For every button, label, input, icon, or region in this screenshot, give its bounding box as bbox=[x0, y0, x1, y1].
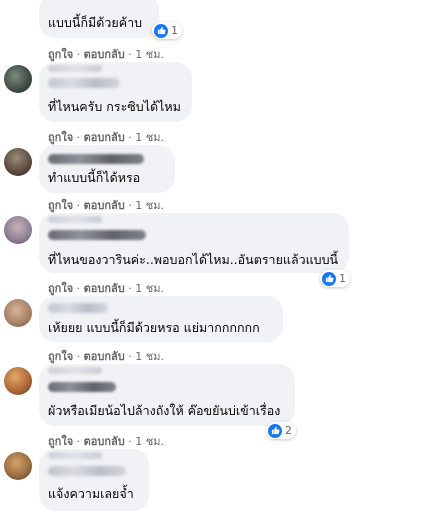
like-link[interactable]: ถูกใจ bbox=[48, 350, 73, 363]
commenter-tag bbox=[48, 65, 102, 72]
timestamp[interactable]: 1 ชม. bbox=[135, 282, 164, 295]
avatar[interactable] bbox=[4, 367, 32, 395]
reply-link[interactable]: ตอบกลับ bbox=[84, 48, 125, 61]
reaction-count[interactable]: 2 bbox=[266, 422, 296, 439]
reaction-count[interactable]: 1 bbox=[152, 22, 182, 39]
like-icon bbox=[154, 23, 168, 38]
reply-link[interactable]: ตอบกลับ bbox=[84, 199, 125, 212]
comment-actions: ถูกใจ · ตอบกลับ · 1 ชม. bbox=[48, 199, 164, 212]
reply-link[interactable]: ตอบกลับ bbox=[84, 350, 125, 363]
commenter-tag bbox=[48, 216, 102, 223]
comment-text: เห้ยยย แบบนี้ก็มีด้วยหรอ แย่มากกกกกก bbox=[48, 320, 260, 335]
comment-bubble: ที่ไหนครับ กระซิบได้ไหม bbox=[39, 62, 192, 122]
reaction-number: 2 bbox=[285, 424, 292, 437]
comment-actions: ถูกใจ · ตอบกลับ · 1 ชม. bbox=[48, 48, 164, 61]
commenter-name[interactable] bbox=[48, 154, 144, 164]
commenter-name[interactable] bbox=[48, 78, 120, 88]
avatar[interactable] bbox=[4, 299, 32, 327]
commenter-tag bbox=[48, 452, 102, 459]
reaction-count[interactable]: 1 bbox=[320, 270, 350, 287]
comment-text: แจ้งความเลยจ้ำ bbox=[48, 486, 134, 501]
reaction-number: 1 bbox=[339, 272, 346, 285]
comment-bubble: เห้ยยย แบบนี้ก็มีด้วยหรอ แย่มากกกกกก bbox=[39, 296, 283, 342]
reply-link[interactable]: ตอบกลับ bbox=[84, 282, 125, 295]
comment-bubble: ทำแบบนี้ก็ได้หรอ bbox=[39, 145, 175, 193]
comment-bubble: ที่ไหนของวารินค่ะ..พอบอกได้ไหม..อันตรายแ… bbox=[39, 213, 349, 273]
reply-link[interactable]: ตอบกลับ bbox=[84, 131, 125, 144]
comment-actions: ถูกใจ · ตอบกลับ · 1 ชม. bbox=[48, 282, 164, 295]
avatar[interactable] bbox=[4, 452, 32, 480]
like-icon bbox=[322, 271, 336, 286]
comment-text: ที่ไหนของวารินค่ะ..พอบอกได้ไหม..อันตรายแ… bbox=[48, 252, 339, 267]
like-link[interactable]: ถูกใจ bbox=[48, 48, 73, 61]
like-icon bbox=[268, 423, 282, 438]
comment-actions: ถูกใจ · ตอบกลับ · 1 ชม. bbox=[48, 435, 164, 448]
comment-actions: ถูกใจ · ตอบกลับ · 1 ชม. bbox=[48, 131, 164, 144]
reply-link[interactable]: ตอบกลับ bbox=[84, 435, 125, 448]
reaction-number: 1 bbox=[171, 24, 178, 37]
comment-bubble: ผัวหรือเมียน้อไปล้างถังให้ ค๊อขยันบ่เข้า… bbox=[39, 364, 295, 426]
timestamp[interactable]: 1 ชม. bbox=[135, 48, 164, 61]
commenter-name[interactable] bbox=[48, 382, 116, 392]
comment-text: แบบนี้ก็มีด้วยค้าบ bbox=[48, 15, 143, 30]
commenter-tag bbox=[48, 367, 102, 374]
commenter-name[interactable] bbox=[48, 303, 108, 313]
timestamp[interactable]: 1 ชม. bbox=[135, 350, 164, 363]
timestamp[interactable]: 1 ชม. bbox=[135, 199, 164, 212]
avatar[interactable] bbox=[4, 148, 32, 176]
avatar[interactable] bbox=[4, 65, 32, 93]
comment-bubble: แจ้งความเลยจ้ำ bbox=[39, 449, 149, 511]
commenter-name[interactable] bbox=[48, 230, 146, 240]
comment-text: ผัวหรือเมียน้อไปล้างถังให้ ค๊อขยันบ่เข้า… bbox=[48, 403, 281, 418]
like-link[interactable]: ถูกใจ bbox=[48, 282, 73, 295]
comment-actions: ถูกใจ · ตอบกลับ · 1 ชม. bbox=[48, 350, 164, 363]
like-link[interactable]: ถูกใจ bbox=[48, 131, 73, 144]
comment-bubble: แบบนี้ก็มีด้วยค้าบ bbox=[39, 0, 159, 38]
like-link[interactable]: ถูกใจ bbox=[48, 199, 73, 212]
timestamp[interactable]: 1 ชม. bbox=[135, 435, 164, 448]
avatar[interactable] bbox=[4, 216, 32, 244]
commenter-name[interactable] bbox=[48, 466, 126, 476]
like-link[interactable]: ถูกใจ bbox=[48, 435, 73, 448]
comment-text: ทำแบบนี้ก็ได้หรอ bbox=[48, 170, 141, 185]
comment-text: ที่ไหนครับ กระซิบได้ไหม bbox=[48, 99, 181, 114]
timestamp[interactable]: 1 ชม. bbox=[135, 131, 164, 144]
